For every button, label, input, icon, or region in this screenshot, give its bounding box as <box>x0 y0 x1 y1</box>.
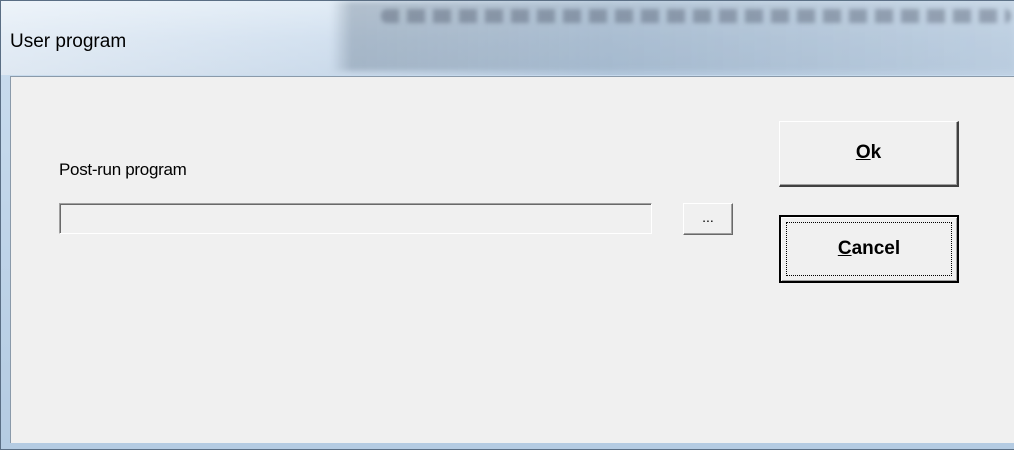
ok-button-accelerator: O <box>855 142 871 163</box>
ok-button[interactable]: Ok <box>779 121 959 187</box>
browse-button[interactable]: ... <box>683 203 733 235</box>
cancel-button-accelerator: C <box>837 238 852 259</box>
window-title: User program <box>10 31 127 52</box>
cancel-button-label: ancel <box>851 238 901 259</box>
ellipsis-icon: ... <box>702 209 714 225</box>
ok-button-label: k <box>870 142 882 163</box>
background-window-blurred-title <box>381 9 1011 23</box>
post-run-program-label: Post-run program <box>59 160 187 179</box>
cancel-button[interactable]: Cancel <box>779 215 959 283</box>
dialog-client-area: Post-run program ... Ok Cancel <box>10 76 1014 443</box>
dialog-window: User program Post-run program ... Ok Can… <box>0 0 1014 450</box>
post-run-program-field[interactable] <box>59 203 652 234</box>
title-bar[interactable]: User program <box>1 1 1014 75</box>
